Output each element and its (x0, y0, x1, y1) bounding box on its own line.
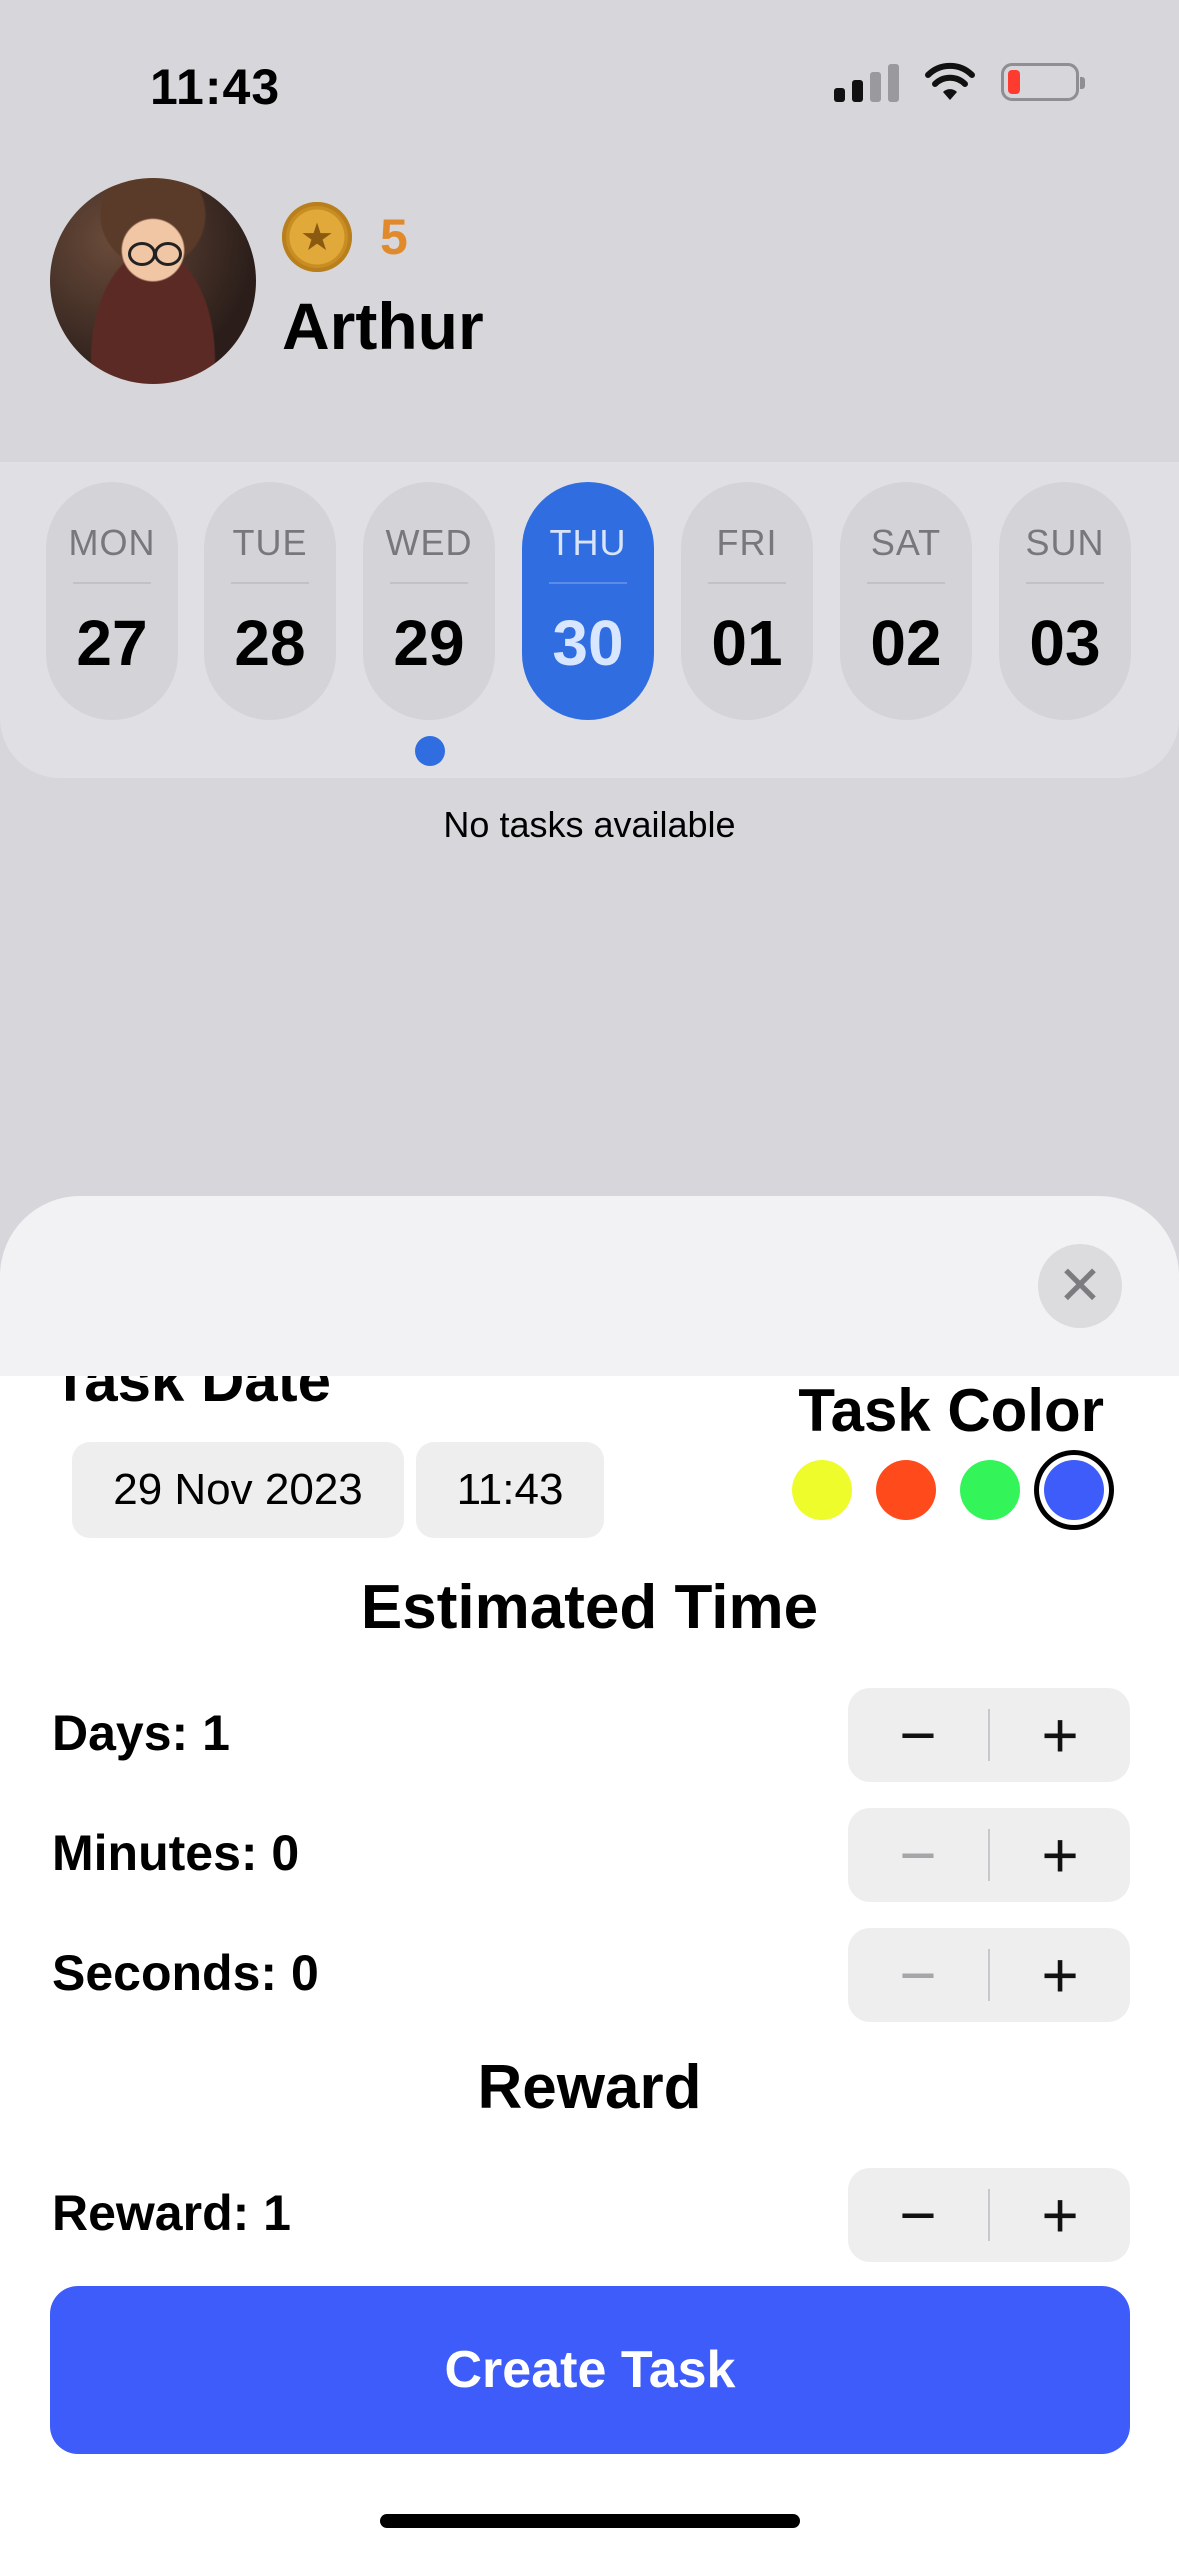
day-of-week: FRI (716, 522, 778, 563)
day-sat[interactable]: SAT 02 (840, 482, 972, 720)
seconds-stepper: − + (848, 1928, 1130, 2022)
username: Arthur (282, 289, 484, 363)
seconds-increment-button[interactable]: + (990, 1928, 1130, 2022)
status-icons (834, 62, 1085, 102)
reward-stepper: − + (848, 2168, 1130, 2262)
sheet-header (0, 1196, 1179, 1376)
days-stepper: − + (848, 1688, 1130, 1782)
day-number: 27 (76, 607, 148, 679)
estimated-time-title: Estimated Time (360, 1573, 819, 1642)
seconds-label: Seconds: 0 (52, 1945, 319, 2001)
day-of-week: THU (549, 522, 627, 563)
day-number: 03 (1029, 607, 1101, 679)
day-tue[interactable]: TUE 28 (204, 482, 336, 720)
day-thu[interactable]: THU 30 (522, 482, 654, 720)
reward-increment-button[interactable]: + (990, 2168, 1130, 2262)
seconds-decrement-button[interactable]: − (848, 1928, 988, 2022)
day-of-week: SAT (870, 522, 942, 563)
date-picker[interactable]: 29 Nov 2023 (72, 1442, 404, 1538)
reward-title: Reward (477, 2053, 702, 2122)
task-color-label: Task Color (798, 1377, 1104, 1444)
day-fri[interactable]: FRI 01 (681, 482, 813, 720)
battery-icon (1001, 63, 1085, 101)
day-number: 29 (393, 607, 465, 679)
minutes-stepper: − + (848, 1808, 1130, 1902)
minutes-label: Minutes: 0 (52, 1825, 300, 1881)
day-of-week: TUE (232, 522, 308, 563)
time-picker[interactable]: 11:43 (416, 1442, 604, 1538)
cellular-signal-icon (834, 62, 899, 102)
wifi-icon (925, 62, 975, 100)
status-time: 11:43 (150, 59, 281, 115)
days-label: Days: 1 (52, 1705, 230, 1761)
color-swatch-green[interactable] (960, 1460, 1020, 1520)
task-indicator-dot (415, 736, 445, 766)
home-indicator[interactable] (380, 2514, 800, 2528)
days-increment-button[interactable]: + (990, 1688, 1130, 1782)
day-mon[interactable]: MON 27 (46, 482, 178, 720)
days-decrement-button[interactable]: − (848, 1688, 988, 1782)
day-number: 30 (552, 607, 624, 679)
day-sun[interactable]: SUN 03 (999, 482, 1131, 720)
coin-count: 5 (380, 209, 408, 265)
minutes-decrement-button[interactable]: − (848, 1808, 988, 1902)
task-date-label: Task Date (52, 1376, 332, 1414)
minutes-increment-button[interactable]: + (990, 1808, 1130, 1902)
day-of-week: WED (385, 522, 473, 563)
coin-icon: ★ (282, 202, 352, 272)
day-number: 28 (234, 607, 306, 679)
color-swatch-blue[interactable] (1044, 1460, 1104, 1520)
close-button[interactable]: ✕ (1038, 1244, 1122, 1328)
color-swatch-red[interactable] (876, 1460, 936, 1520)
reward-decrement-button[interactable]: − (848, 2168, 988, 2262)
day-wed[interactable]: WED 29 (363, 482, 495, 720)
create-task-button[interactable]: Create Task (50, 2286, 1130, 2454)
day-number: 01 (711, 607, 783, 679)
reward-label: Reward: 1 (52, 2185, 291, 2241)
day-number: 02 (870, 607, 942, 679)
avatar[interactable] (50, 178, 256, 384)
no-tasks-message: No tasks available (443, 804, 736, 845)
color-swatch-yellow[interactable] (792, 1460, 852, 1520)
day-of-week: SUN (1025, 522, 1105, 563)
day-of-week: MON (68, 522, 156, 563)
